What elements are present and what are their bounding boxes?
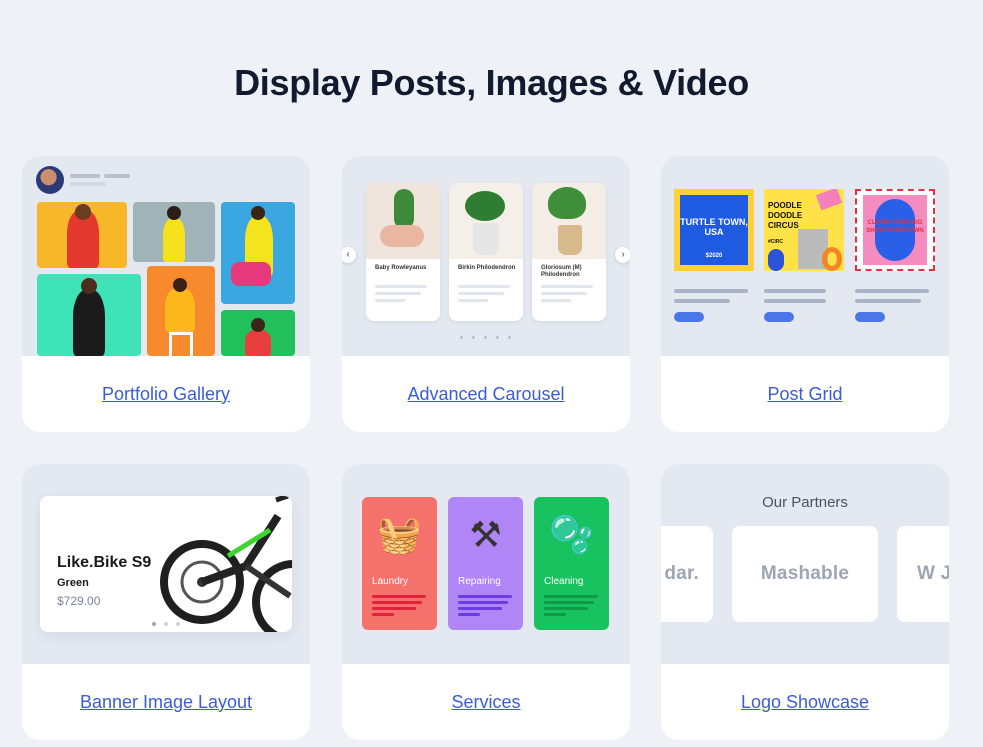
services-preview: 🧺 Laundry ⚒ Repairing 🫧 Cleaning xyxy=(342,464,630,664)
carousel-slide[interactable]: Birkin Philodendron xyxy=(449,183,523,321)
post-thumbnail[interactable]: CLOWN TOWN BIG SHOW DOWNTOWN xyxy=(855,189,935,271)
page-title: Display Posts, Images & Video xyxy=(234,62,749,103)
banner-slide[interactable]: Like.Bike S9 Green $729.00 xyxy=(40,496,292,632)
gallery-image[interactable] xyxy=(221,202,295,304)
carousel-slide[interactable]: Baby Rowleyanus xyxy=(366,183,440,321)
partner-logo-text: Mashable xyxy=(760,563,850,584)
product-name: Like.Bike S9 xyxy=(57,554,152,571)
laundry-basket-icon: 🧺 xyxy=(377,514,422,555)
post-thumbnail[interactable]: POODLE DOODLE CIRCUS #CIRC xyxy=(764,189,844,271)
services-link[interactable]: Services xyxy=(451,692,520,713)
portfolio-gallery-card[interactable]: Portfolio Gallery xyxy=(22,156,310,432)
gallery-image[interactable] xyxy=(147,266,215,356)
poster-sub: $2020 xyxy=(705,253,723,259)
services-card[interactable]: 🧺 Laundry ⚒ Repairing 🫧 Cleaning Service… xyxy=(342,464,630,740)
partner-logo[interactable]: W J xyxy=(897,526,949,622)
service-label: Cleaning xyxy=(544,576,584,587)
plant-name: Birkin Philodendron xyxy=(458,265,516,271)
product-color: Green xyxy=(57,577,89,589)
banner-image-layout-card[interactable]: Like.Bike S9 Green $729.00 Banner Image … xyxy=(22,464,310,740)
logo-showcase-preview: Our Partners dar. Mashable W J xyxy=(661,464,949,664)
soap-bubbles-icon: 🫧 xyxy=(549,514,594,555)
service-item-laundry[interactable]: 🧺 Laundry xyxy=(362,497,437,630)
service-label: Repairing xyxy=(458,576,501,587)
read-more-button[interactable] xyxy=(764,312,794,322)
carousel-dot[interactable] xyxy=(460,336,463,339)
post-grid-link[interactable]: Post Grid xyxy=(767,384,842,405)
post-grid-card[interactable]: TURTLE TOWN, USA $2020 POODLE DOODLE CIR… xyxy=(661,156,949,432)
carousel-slide[interactable]: Gloriosum (M) Philodendron xyxy=(532,183,606,321)
plant-name: Baby Rowleyanus xyxy=(375,265,427,271)
service-item-cleaning[interactable]: 🫧 Cleaning xyxy=(534,497,609,630)
carousel-dot[interactable] xyxy=(496,336,499,339)
logo-showcase-card[interactable]: Our Partners dar. Mashable W J Logo Show… xyxy=(661,464,949,740)
portfolio-gallery-link[interactable]: Portfolio Gallery xyxy=(102,384,230,405)
gallery-image[interactable] xyxy=(133,202,215,262)
poster-title: POODLE DOODLE CIRCUS xyxy=(768,201,803,230)
partner-logo-text: W J xyxy=(917,563,949,584)
author-meta-placeholder xyxy=(70,182,106,186)
service-item-repairing[interactable]: ⚒ Repairing xyxy=(448,497,523,630)
advanced-carousel-card[interactable]: Baby Rowleyanus Birkin Philodendron Glor… xyxy=(342,156,630,432)
post-grid-preview: TURTLE TOWN, USA $2020 POODLE DOODLE CIR… xyxy=(661,156,949,356)
chevron-right-icon[interactable]: › xyxy=(615,247,630,263)
author-name-placeholder xyxy=(70,174,100,178)
portfolio-gallery-preview xyxy=(22,156,310,356)
partner-logo[interactable]: Mashable xyxy=(732,526,878,622)
carousel-dot[interactable] xyxy=(484,336,487,339)
banner-dot[interactable] xyxy=(164,622,168,626)
banner-image-layout-link[interactable]: Banner Image Layout xyxy=(80,692,252,713)
carousel-dot[interactable] xyxy=(508,336,511,339)
post-thumbnail[interactable]: TURTLE TOWN, USA $2020 xyxy=(674,189,754,271)
read-more-button[interactable] xyxy=(674,312,704,322)
partner-logo[interactable]: dar. xyxy=(661,526,713,622)
bike-image xyxy=(160,496,292,632)
poster-title: CLOWN TOWN BIG SHOW DOWNTOWN xyxy=(866,220,924,234)
avatar xyxy=(36,166,64,194)
gallery-image[interactable] xyxy=(37,202,127,268)
plant-name: Gloriosum (M) Philodendron xyxy=(541,265,582,278)
product-price: $729.00 xyxy=(57,594,101,608)
service-label: Laundry xyxy=(372,576,409,587)
banner-dot[interactable] xyxy=(176,622,180,626)
partner-logo-text: dar. xyxy=(664,563,699,584)
partners-heading: Our Partners xyxy=(762,494,848,511)
author-name-placeholder xyxy=(104,174,130,178)
logo-showcase-link[interactable]: Logo Showcase xyxy=(741,692,869,713)
advanced-carousel-link[interactable]: Advanced Carousel xyxy=(407,384,564,405)
hammer-pick-icon: ⚒ xyxy=(469,514,502,555)
advanced-carousel-preview: Baby Rowleyanus Birkin Philodendron Glor… xyxy=(342,156,630,356)
carousel-dot[interactable] xyxy=(472,336,475,339)
banner-image-layout-preview: Like.Bike S9 Green $729.00 xyxy=(22,464,310,664)
poster-sub: #CIRC xyxy=(768,239,784,245)
gallery-image[interactable] xyxy=(37,274,141,356)
poster-title: TURTLE TOWN, USA xyxy=(680,217,748,237)
banner-dot[interactable] xyxy=(152,622,156,626)
gallery-image[interactable] xyxy=(221,310,295,356)
read-more-button[interactable] xyxy=(855,312,885,322)
chevron-left-icon[interactable]: ‹ xyxy=(342,247,356,263)
